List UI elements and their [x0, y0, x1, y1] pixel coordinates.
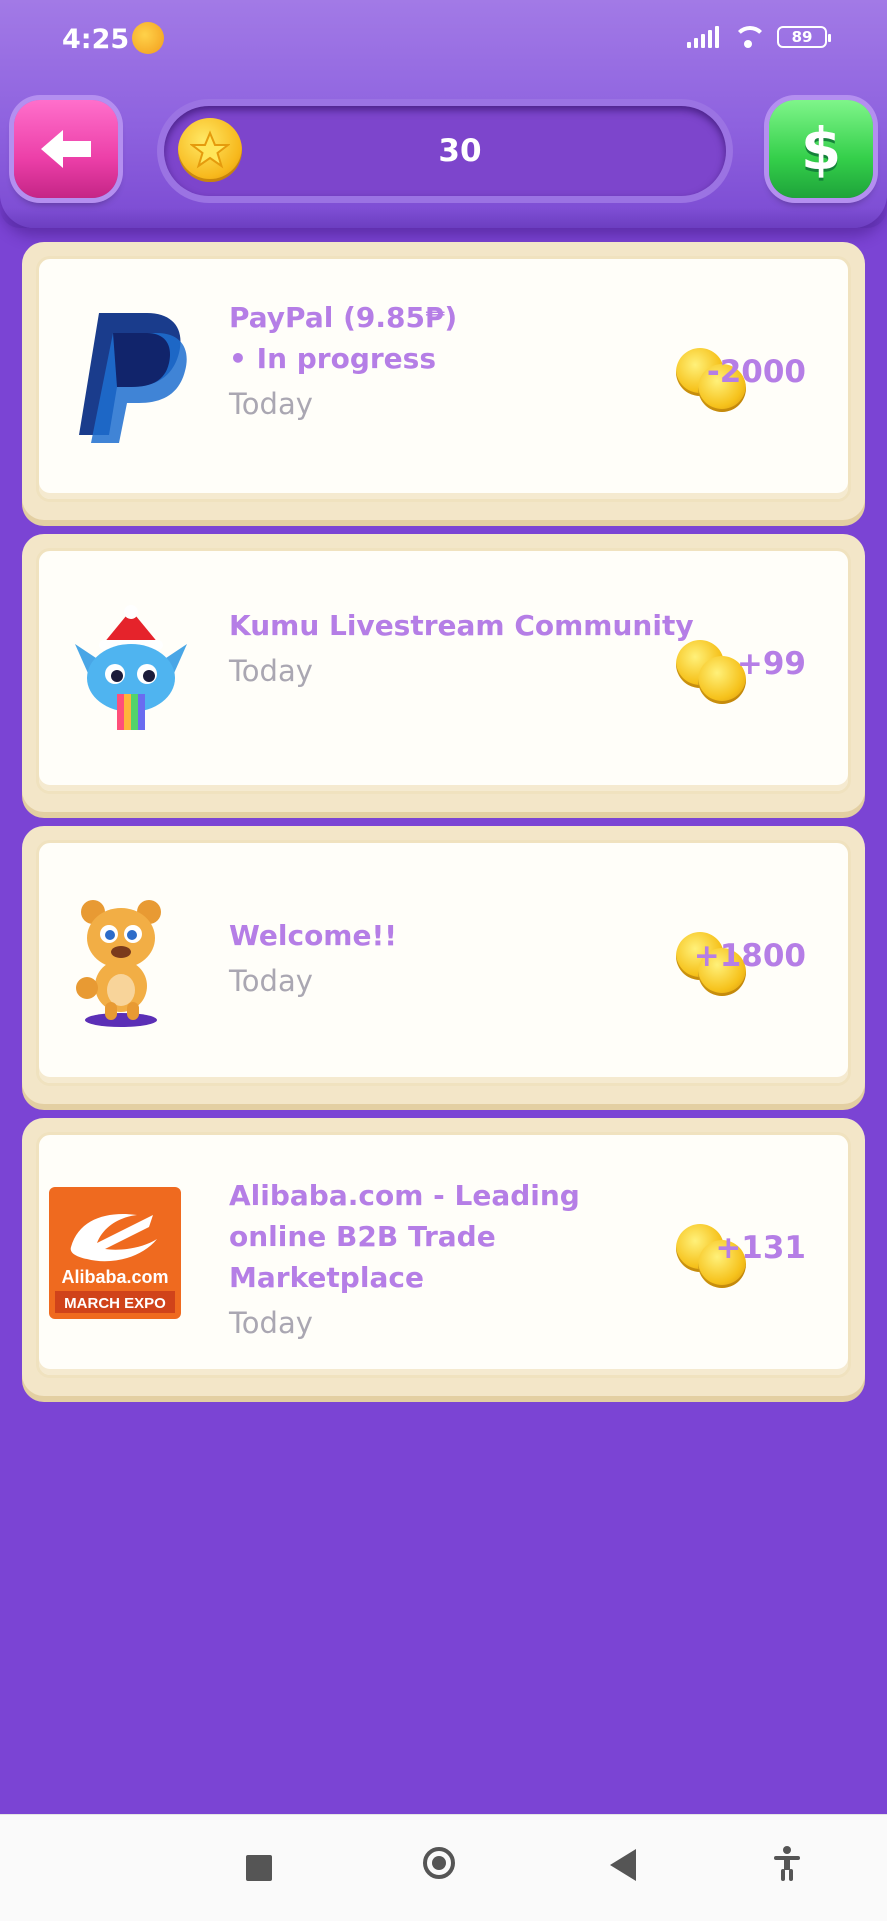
status-time: 4:25 [62, 24, 130, 55]
reward-value: +1800 [693, 938, 806, 974]
paypal-logo [69, 307, 189, 451]
offer-card-body: Kumu Livestream Community Today +99 [36, 548, 851, 794]
offer-text: PayPal (9.85₱) • In progress Today [229, 297, 658, 421]
signal-icon [687, 26, 719, 48]
app-header: 4:25 89 30 $ [0, 0, 887, 228]
offer-text: Kumu Livestream Community Today [229, 605, 694, 688]
battery-level: 89 [791, 28, 813, 46]
offer-card[interactable]: PayPal (9.85₱) • In progress Today -2000 [22, 242, 865, 520]
alibaba-logo-text: Alibaba.com [61, 1267, 168, 1287]
reward-value: +131 [715, 1230, 806, 1266]
offer-card-body: PayPal (9.85₱) • In progress Today -2000 [36, 256, 851, 502]
back-nav-icon[interactable] [610, 1849, 636, 1881]
alibaba-logo: Alibaba.com MARCH EXPO [49, 1187, 181, 1323]
offer-date: Today [229, 1306, 313, 1340]
wifi-icon [733, 26, 767, 48]
kumu-logo [69, 604, 193, 738]
offer-title: PayPal (9.85₱) [229, 301, 458, 334]
system-navigation-bar [0, 1814, 887, 1921]
accessibility-icon[interactable] [772, 1845, 802, 1881]
dollar-icon: $ [800, 115, 842, 183]
reward-value: +99 [736, 646, 806, 682]
offer-date: Today [229, 387, 313, 421]
alibaba-logo-subtext: MARCH EXPO [64, 1295, 166, 1312]
offer-title: Welcome!! [229, 919, 398, 952]
notification-icon [132, 22, 164, 54]
offer-reward: +99 [676, 636, 806, 706]
offer-reward: +1800 [676, 928, 806, 998]
coin-count: 30 [438, 133, 482, 169]
offer-date: Today [229, 654, 313, 688]
home-icon[interactable] [423, 1847, 455, 1879]
offer-reward: +131 [676, 1220, 806, 1290]
offer-title: Alibaba.com - Leading online B2B Trade M… [229, 1179, 580, 1294]
battery-icon: 89 [777, 26, 831, 48]
bear-mascot-icon [69, 894, 173, 1032]
recent-apps-icon[interactable] [246, 1855, 272, 1881]
status-icons: 89 [687, 26, 831, 48]
cashout-button[interactable]: $ [769, 100, 873, 198]
coin-balance-bar: 30 [164, 106, 726, 196]
reward-value: -2000 [706, 354, 806, 390]
offer-text: Alibaba.com - Leading online B2B Trade M… [229, 1175, 658, 1340]
offer-title: Kumu Livestream Community [229, 609, 694, 642]
offer-card[interactable]: Kumu Livestream Community Today +99 [22, 534, 865, 812]
back-button[interactable] [14, 100, 118, 198]
offer-date: Today [229, 964, 313, 998]
offer-status: • In progress [229, 342, 437, 375]
offer-text: Welcome!! Today [229, 915, 658, 998]
offer-card[interactable]: Welcome!! Today +1800 [22, 826, 865, 1104]
offer-card[interactable]: Alibaba.com MARCH EXPO Alibaba.com - Lea… [22, 1118, 865, 1396]
offer-card-body: Welcome!! Today +1800 [36, 840, 851, 1086]
offer-reward: -2000 [676, 344, 806, 414]
offer-card-body: Alibaba.com MARCH EXPO Alibaba.com - Lea… [36, 1132, 851, 1378]
arrow-left-icon [41, 130, 91, 168]
